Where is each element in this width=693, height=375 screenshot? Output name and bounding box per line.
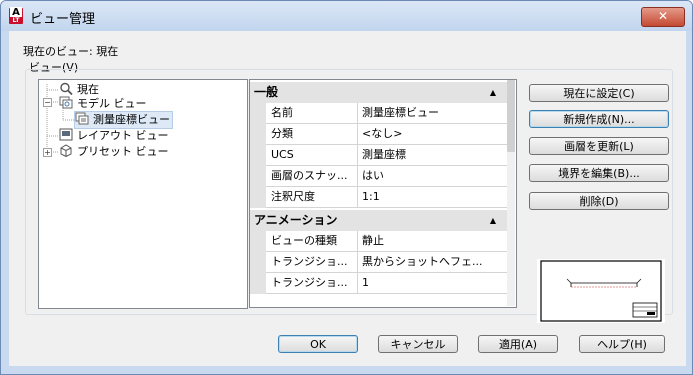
drawing-preview-image [540,260,662,322]
delete-button[interactable]: 削除(D) [529,192,669,210]
expand-icon[interactable]: + [43,148,52,157]
title-bar: A LT ビュー管理 ✕ [1,1,692,31]
property-grid-scrollbar[interactable] [507,80,515,306]
scrollbar-thumb[interactable] [507,80,515,152]
tree-item-model-views[interactable]: モデル ビュー [59,96,147,112]
property-row-transition-duration[interactable]: トランジショ... 1 [250,273,508,294]
dialog-client: 現在のビュー: 現在 ビュー(V) 現在 − モデル ビュー 測量座標ビュー レ… [9,31,686,366]
tree-item-label: モデル ビュー [77,97,147,110]
collapse-arrow-icon[interactable]: ▲ [490,210,496,231]
set-current-button[interactable]: 現在に設定(C) [529,84,669,102]
property-row-category[interactable]: 分類 <なし> [250,124,508,145]
collapse-arrow-icon[interactable]: ▲ [490,82,496,103]
property-grid: 一般 ▲ 名前 測量座標ビュー 分類 <なし> UCS 測量座標 画層のスナッ... はい… [249,79,517,308]
view-tree[interactable]: 現在 − モデル ビュー 測量座標ビュー レイアウト ビュー + プリセット ビ… [38,79,248,309]
ok-button[interactable]: OK [278,335,358,353]
property-row-ucs[interactable]: UCS 測量座標 [250,145,508,166]
view-manager-window: A LT ビュー管理 ✕ 現在のビュー: 現在 ビュー(V) 現在 − モデル … [0,0,693,375]
edit-boundaries-button[interactable]: 境界を編集(B)... [529,164,669,182]
current-view-label: 現在のビュー: 現在 [23,45,119,58]
tree-item-label: 測量座標ビュー [93,113,170,126]
tree-item-label: 現在 [77,83,99,96]
update-layers-button[interactable]: 画層を更新(L) [529,137,669,155]
category-animation[interactable]: アニメーション ▲ [250,210,508,231]
magnifier-icon [60,82,73,95]
autocad-icon: A LT [9,7,23,24]
apply-button[interactable]: 適用(A) [478,335,558,353]
cube-icon [60,144,72,157]
view-preview [537,259,665,323]
category-general[interactable]: 一般 ▲ [250,82,508,103]
tree-item-survey-view[interactable]: 測量座標ビュー [74,111,173,129]
cancel-button[interactable]: キャンセル [378,335,458,353]
property-row-layer-snapshot[interactable]: 画層のスナッ... はい [250,166,508,187]
help-button[interactable]: ヘルプ(H) [579,335,665,353]
collapse-icon[interactable]: − [43,98,52,107]
property-row-transition-type[interactable]: トランジショ... 黒からショットへフェ... [250,252,508,273]
property-row-name[interactable]: 名前 測量座標ビュー [250,103,508,124]
tree-item-preset-views[interactable]: プリセット ビュー [59,144,169,160]
close-button[interactable]: ✕ [641,7,685,27]
window-title: ビュー管理 [30,12,96,27]
new-view-button[interactable]: 新規作成(N)... [529,110,669,128]
property-row-view-type[interactable]: ビューの種類 静止 [250,231,508,252]
model-view-icon [59,96,73,109]
tree-item-label: プリセット ビュー [77,145,169,158]
tree-item-label: レイアウト ビュー [77,129,169,142]
tree-item-layout-views[interactable]: レイアウト ビュー [59,128,169,144]
layout-view-icon [59,128,73,141]
named-view-icon [75,112,89,125]
property-row-annotation-scale[interactable]: 注釈尺度 1:1 [250,187,508,208]
